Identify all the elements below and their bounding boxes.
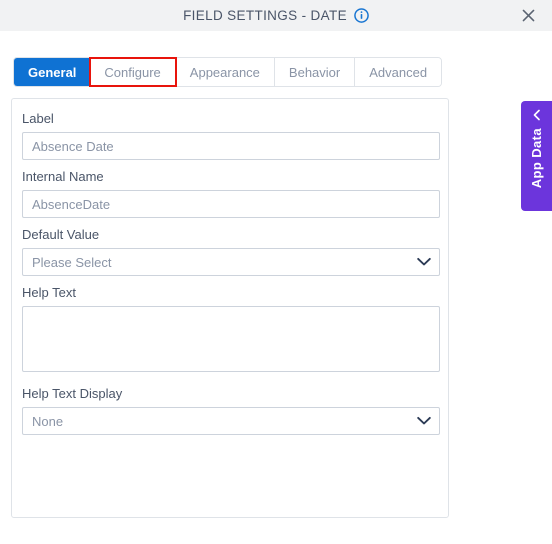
tab-general-label: General — [28, 64, 77, 80]
info-circle-icon[interactable] — [354, 8, 369, 23]
default-value-select-wrap: Please Select — [22, 248, 440, 276]
tab-general[interactable]: General — [14, 58, 91, 86]
help-text-field-group: Help Text — [22, 285, 440, 377]
tab-advanced-label: Advanced — [369, 64, 428, 80]
chevron-left-icon — [531, 109, 543, 121]
tab-configure[interactable]: Configure — [89, 57, 177, 87]
close-button[interactable] — [517, 5, 539, 27]
app-data-label: App Data — [529, 128, 544, 189]
tab-configure-label: Configure — [104, 64, 161, 80]
internal-name-field-label: Internal Name — [22, 169, 104, 184]
tab-behavior[interactable]: Behavior — [274, 58, 356, 86]
help-text-display-selected-text: None — [32, 413, 64, 429]
label-field-label: Label — [22, 111, 54, 126]
internal-name-field-group: Internal Name — [22, 169, 440, 218]
help-text-display-field-label: Help Text Display — [22, 386, 123, 401]
label-field-group: Label — [22, 111, 440, 160]
tab-advanced[interactable]: Advanced — [355, 58, 442, 86]
close-icon — [521, 8, 536, 23]
default-value-select[interactable]: Please Select — [22, 248, 440, 276]
help-text-field-label: Help Text — [22, 285, 76, 300]
default-value-field-label: Default Value — [22, 227, 100, 242]
tab-appearance-label: Appearance — [189, 64, 260, 80]
internal-name-input[interactable] — [22, 190, 440, 218]
help-text-display-select[interactable]: None — [22, 407, 440, 435]
title-group: FIELD SETTINGS - DATE — [183, 8, 369, 23]
default-value-field-group: Default Value Please Select — [22, 227, 440, 276]
app-data-panel-toggle[interactable]: App Data — [521, 101, 552, 211]
page-title: FIELD SETTINGS - DATE — [183, 8, 347, 23]
help-text-display-field-group: Help Text Display None — [22, 386, 440, 435]
tab-behavior-label: Behavior — [288, 64, 341, 80]
settings-tabs: General Configure Appearance Behavior Ad… — [13, 57, 443, 87]
general-settings-panel: Label Internal Name Default Value Please… — [11, 98, 449, 518]
label-input[interactable] — [22, 132, 440, 160]
help-text-display-select-wrap: None — [22, 407, 440, 435]
tab-appearance[interactable]: Appearance — [175, 58, 275, 86]
default-value-selected-text: Please Select — [32, 254, 112, 270]
dialog-titlebar: FIELD SETTINGS - DATE — [0, 0, 552, 31]
help-text-textarea[interactable] — [22, 306, 440, 372]
